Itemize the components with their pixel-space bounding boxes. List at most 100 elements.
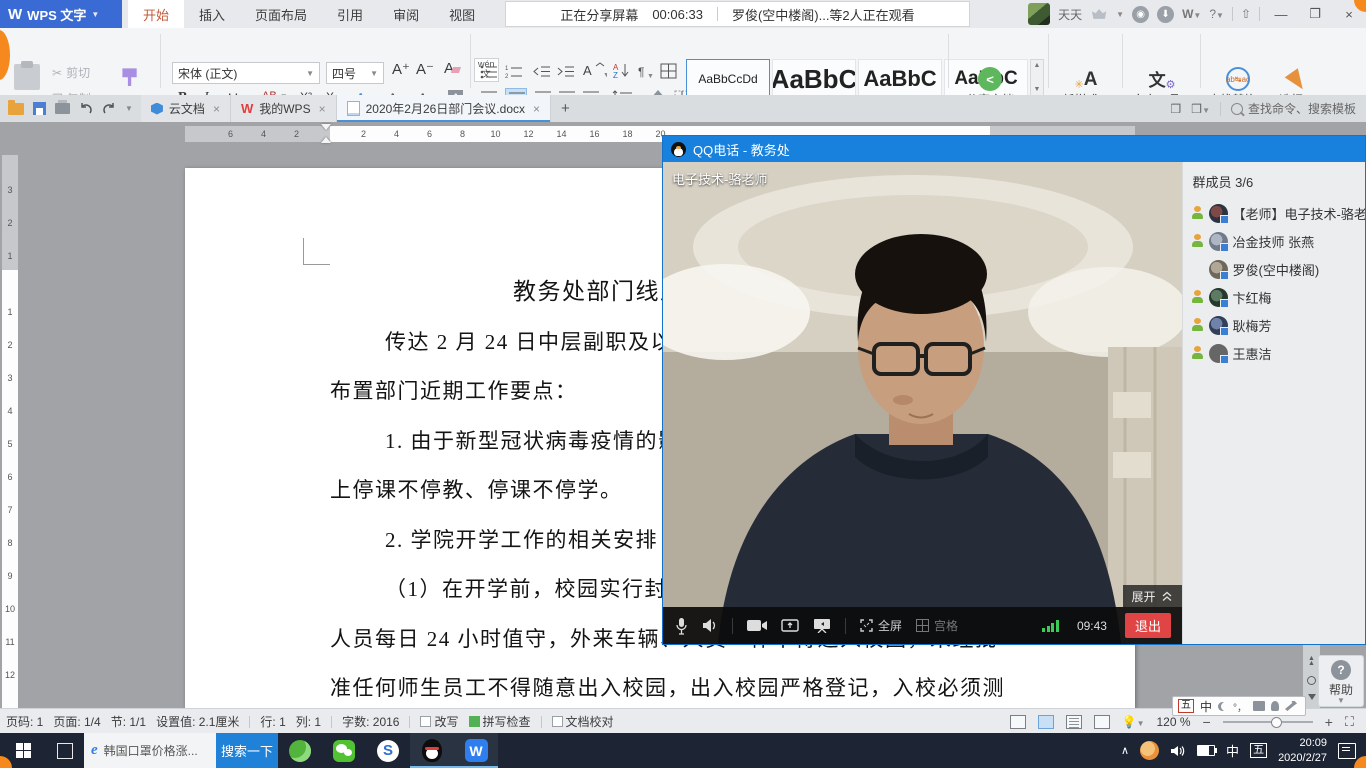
member-row[interactable]: 罗俊(空中楼阁) <box>1183 255 1365 283</box>
cut-button[interactable]: ✂ 剪切 <box>52 64 90 81</box>
table-grid-icon[interactable] <box>660 63 678 78</box>
close-icon[interactable]: × <box>533 102 540 116</box>
zoom-slider-thumb[interactable] <box>1271 717 1282 728</box>
decrease-indent-icon[interactable] <box>533 64 551 79</box>
taskbar-app-sogou[interactable]: S <box>366 733 410 768</box>
taskbar-app-qq[interactable] <box>410 733 454 768</box>
member-row[interactable]: 耿梅芳 <box>1183 311 1365 339</box>
community-icon[interactable]: ◉ <box>1132 6 1149 23</box>
ime-halfwidth-icon[interactable] <box>1218 702 1227 711</box>
upload-icon[interactable]: ⇧ <box>1241 7 1251 21</box>
action-center-icon[interactable] <box>1338 743 1356 759</box>
member-row[interactable]: 【老师】电子技术-骆老师 <box>1183 199 1365 227</box>
proofread-toggle[interactable]: 文档校对 <box>552 713 614 730</box>
page-number[interactable]: 页码: 1 <box>6 713 43 730</box>
taskbar-app-wechat[interactable] <box>322 733 366 768</box>
new-tab-button[interactable]: + <box>551 100 580 117</box>
split-view-icon[interactable]: ❒ <box>1171 102 1182 116</box>
taskbar-app-wps[interactable]: W <box>454 733 498 768</box>
open-file-icon[interactable] <box>8 103 24 115</box>
bullet-list-icon[interactable] <box>480 64 498 79</box>
ime-wubi-indicator[interactable]: 五 <box>1250 743 1267 758</box>
qq-call-window[interactable]: QQ电话 - 教务处 <box>662 135 1366 645</box>
outline-view-icon[interactable] <box>1066 715 1082 729</box>
fit-page-icon[interactable]: ⛶ <box>1345 714 1354 730</box>
undo-icon[interactable] <box>79 102 93 115</box>
fullscreen-view-icon[interactable] <box>1010 715 1026 729</box>
scroll-down-icon[interactable] <box>1308 694 1316 700</box>
char-scale-icon[interactable]: A▼ <box>583 62 607 77</box>
grid-view-button[interactable]: 宫格 <box>916 617 958 634</box>
command-search[interactable]: 查找命令、搜索模板 <box>1231 100 1356 117</box>
ime-cn-icon[interactable]: 中 <box>1200 698 1212 715</box>
wps-logo[interactable]: W WPS 文字 ▼ <box>0 0 122 28</box>
save-icon[interactable] <box>33 102 46 115</box>
user-avatar[interactable] <box>1028 3 1050 25</box>
task-view-button[interactable] <box>46 733 84 768</box>
word-count[interactable]: 字数: 2016 <box>342 713 399 730</box>
video-feed[interactable]: 电子技术-骆老师 展开 全屏 <box>663 162 1182 644</box>
font-size-select[interactable]: 四号▼ <box>326 62 384 84</box>
camera-button[interactable] <box>747 619 767 632</box>
menu-tab[interactable]: 视图 <box>434 0 490 28</box>
expand-button[interactable]: 展开 <box>1123 585 1182 607</box>
cloud-sync-icon[interactable]: ⬇ <box>1157 6 1174 23</box>
increase-indent-icon[interactable] <box>557 64 575 79</box>
page-of[interactable]: 页面: 1/4 <box>53 713 100 730</box>
minimize-button[interactable]: — <box>1268 4 1294 24</box>
ime-mode-indicator[interactable]: 中 <box>1226 741 1239 760</box>
chevron-down-icon[interactable]: ▼ <box>125 104 133 113</box>
page-view-icon[interactable] <box>1038 715 1054 729</box>
menu-tab[interactable]: 审阅 <box>378 0 434 28</box>
tab-cloud-docs[interactable]: 云文档 × <box>141 95 231 122</box>
show-marks-icon[interactable]: ¶▼ <box>637 64 655 79</box>
help-widget[interactable]: ? 帮助 ▼ <box>1318 655 1364 707</box>
ime-keyboard-icon[interactable] <box>1253 701 1265 711</box>
close-icon[interactable]: × <box>213 102 220 116</box>
ime-punct-icon[interactable]: °， <box>1233 699 1247 714</box>
zoom-slider[interactable] <box>1223 721 1313 723</box>
paste-icon[interactable] <box>14 64 40 90</box>
close-icon[interactable]: × <box>319 102 326 116</box>
clock[interactable]: 20:09 2020/2/27 <box>1278 736 1327 765</box>
membership-crown-icon[interactable] <box>1090 7 1108 21</box>
zoom-in-button[interactable]: + <box>1325 714 1333 730</box>
section[interactable]: 节: 1/1 <box>111 713 146 730</box>
overwrite-toggle[interactable]: 改写 <box>420 713 458 730</box>
tab-document[interactable]: 2020年2月26日部门会议.docx × <box>337 95 551 122</box>
presentation-button[interactable] <box>813 618 831 633</box>
menu-tab[interactable]: 页面布局 <box>240 0 322 28</box>
shrink-font-button[interactable]: A⁻ <box>416 60 434 78</box>
ime-wubi-icon[interactable]: 五 <box>1178 699 1194 713</box>
menu-tab[interactable]: 引用 <box>322 0 378 28</box>
battery-icon[interactable] <box>1197 745 1215 756</box>
hidden-icons-chevron[interactable]: ∧ <box>1121 744 1129 757</box>
qq-call-titlebar[interactable]: QQ电话 - 教务处 <box>663 136 1365 162</box>
help-icon[interactable]: ?▼ <box>1209 7 1224 21</box>
web-view-icon[interactable] <box>1094 715 1110 729</box>
volume-icon[interactable] <box>1170 744 1186 758</box>
taskbar-search[interactable]: e 韩国口罩价格涨... 搜索一下 <box>84 733 278 768</box>
user-name[interactable]: 天天 <box>1058 6 1082 23</box>
speaker-button[interactable] <box>702 618 718 633</box>
font-name-select[interactable]: 宋体 (正文)▼ <box>172 62 320 84</box>
microphone-button[interactable] <box>675 617 688 635</box>
eye-protect-icon[interactable]: 💡▼ <box>1122 715 1145 729</box>
ime-toolbar[interactable]: 五 中 °， <box>1172 696 1306 716</box>
margin-setting[interactable]: 设置值: 2.1厘米 <box>156 713 239 730</box>
menu-tab[interactable]: 插入 <box>184 0 240 28</box>
select-browse-object-icon[interactable] <box>1307 676 1316 685</box>
taskbar-app-browser[interactable] <box>278 733 322 768</box>
arrange-icon[interactable]: ❒▼ <box>1191 102 1210 116</box>
fullscreen-button[interactable]: 全屏 <box>860 617 902 634</box>
collapse-icon[interactable]: ▼ <box>1319 698 1363 704</box>
chevron-down-icon[interactable]: ▼ <box>1116 10 1124 19</box>
ime-person-icon[interactable] <box>1271 701 1279 711</box>
member-row[interactable]: 冶金技师 张燕 <box>1183 227 1365 255</box>
print-icon[interactable] <box>55 103 70 114</box>
redo-icon[interactable] <box>102 102 116 115</box>
member-row[interactable]: 王惠洁 <box>1183 339 1365 367</box>
member-row[interactable]: 卞红梅 <box>1183 283 1365 311</box>
sort-icon[interactable]: AZ <box>613 62 631 77</box>
search-input[interactable]: e 韩国口罩价格涨... <box>84 733 216 768</box>
